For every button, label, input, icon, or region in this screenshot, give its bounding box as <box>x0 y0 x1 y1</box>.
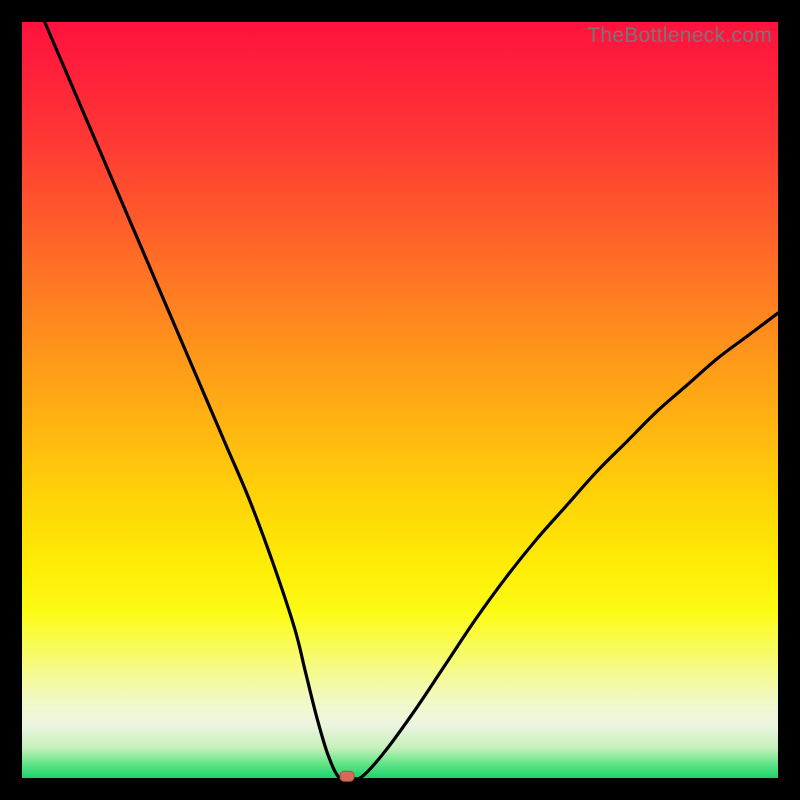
bottleneck-curve <box>22 22 778 778</box>
curve-path <box>45 22 778 780</box>
chart-frame: TheBottleneck.com <box>0 0 800 800</box>
optimal-point-marker <box>340 771 354 781</box>
plot-area: TheBottleneck.com <box>22 22 778 778</box>
